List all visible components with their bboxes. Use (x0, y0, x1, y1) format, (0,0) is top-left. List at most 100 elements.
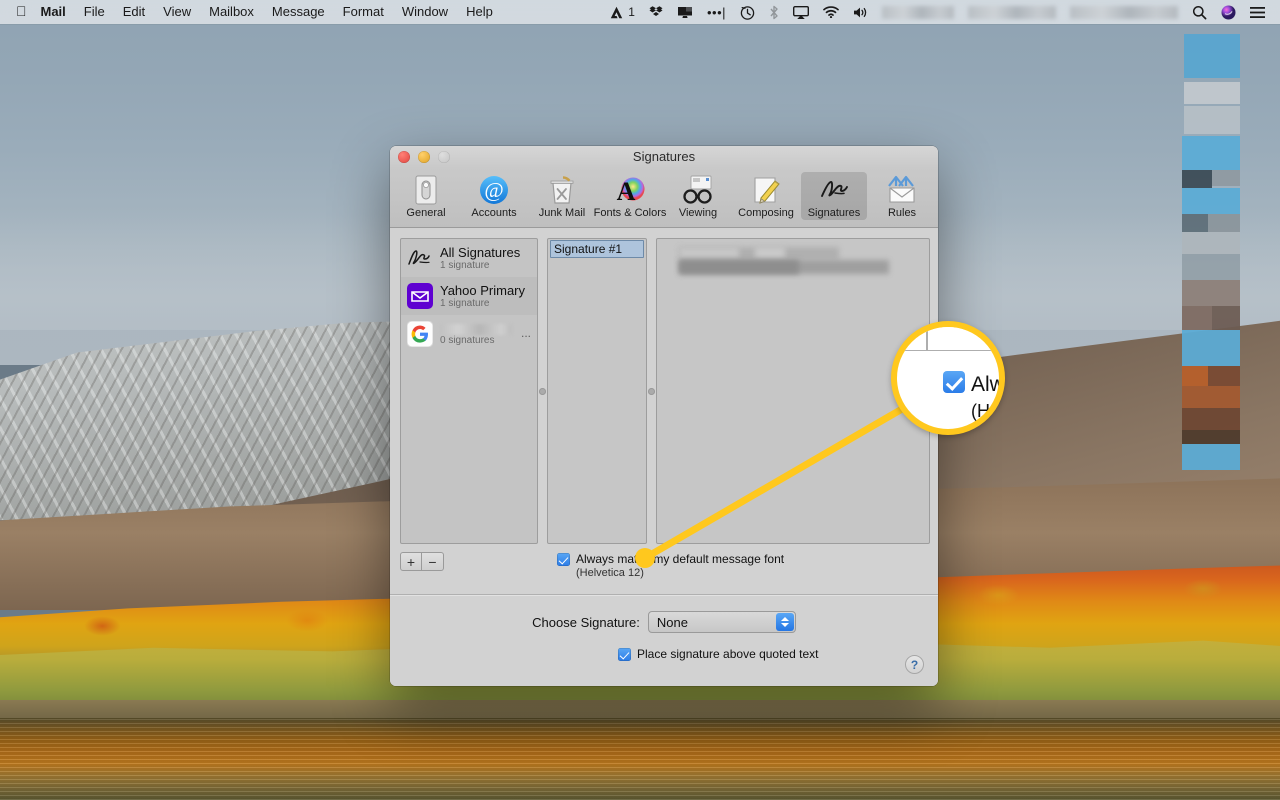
menu-format[interactable]: Format (334, 0, 393, 24)
redacted-signature-content (755, 247, 785, 260)
menu-edit[interactable]: Edit (114, 0, 154, 24)
toolbar-tab-composing[interactable]: Composing (733, 172, 799, 220)
choose-signature-dropdown[interactable]: None (648, 611, 796, 633)
accounts-list[interactable]: All Signatures1 signatureYahoo Primary1 … (400, 238, 538, 544)
account-row[interactable]: All Signatures1 signature (401, 239, 537, 277)
spotlight-search-icon[interactable] (1185, 0, 1214, 24)
place-signature-above-quoted-text-row[interactable]: Place signature above quoted text (390, 647, 938, 661)
signature-icon (818, 174, 850, 206)
splitter-accounts-signatures[interactable] (538, 238, 547, 544)
splitter-grip-dot (648, 388, 655, 395)
account-name: All Signatures (440, 245, 531, 260)
menu-help[interactable]: Help (457, 0, 502, 24)
magnified-label-line-1: Alw (971, 373, 1005, 397)
signature-footer: Choose Signature: None Place signature a… (390, 595, 938, 686)
signatures-panes: All Signatures1 signatureYahoo Primary1 … (390, 228, 938, 544)
signature-name-field[interactable]: Signature #1 (550, 240, 644, 258)
remove-signature-button[interactable]: − (422, 552, 444, 571)
place-signature-above-checkbox[interactable] (618, 648, 631, 661)
screen-sharing-icon[interactable] (670, 0, 700, 24)
toolbar-tab-label: Junk Mail (539, 207, 585, 219)
help-button[interactable]: ? (905, 655, 924, 674)
account-text: All Signatures1 signature (440, 245, 531, 272)
redacted-account-name (440, 324, 512, 335)
signature-editor[interactable] (656, 238, 930, 544)
macos-menu-bar:  MailFileEditViewMailboxMessageFormatWi… (0, 0, 1280, 24)
account-text: Yahoo Primary1 signature (440, 283, 531, 310)
redacted-text (882, 6, 954, 19)
toolbar-tab-junk-mail[interactable]: Junk Mail (529, 172, 595, 220)
menu-window[interactable]: Window (393, 0, 457, 24)
choose-signature-label: Choose Signature: (532, 615, 640, 630)
magnified-always-match-checkbox (943, 371, 965, 393)
wifi-icon[interactable] (816, 0, 846, 24)
toolbar-tab-signatures[interactable]: Signatures (801, 172, 867, 220)
trash-x-icon (546, 174, 578, 206)
close-window-button[interactable] (398, 151, 410, 163)
apple-logo-icon[interactable]:  (0, 4, 39, 18)
time-machine-icon[interactable] (733, 0, 762, 24)
account-row[interactable]: Yahoo Primary1 signature (401, 277, 537, 315)
chevron-updown-icon[interactable] (776, 613, 794, 631)
redacted-signature-content (679, 247, 739, 260)
menu-file[interactable]: File (75, 0, 114, 24)
add-remove-signature-buttons: + − (400, 550, 538, 571)
splitter-signatures-editor[interactable] (647, 238, 656, 544)
signature-list[interactable]: Signature #1 (547, 238, 647, 544)
splitter-grip-dot (539, 388, 546, 395)
overflow-menu-icon[interactable]: •••| (700, 0, 733, 24)
menu-view[interactable]: View (154, 0, 200, 24)
bluetooth-icon[interactable] (762, 0, 786, 24)
match-default-font-group: Always match my default message font (He… (538, 550, 784, 580)
magnified-label-line-2: (He (971, 401, 1000, 422)
always-match-font-checkbox[interactable] (557, 553, 570, 566)
toolbar-tab-rules[interactable]: Rules (869, 172, 935, 220)
traffic-light-buttons (390, 151, 450, 163)
airplay-icon[interactable] (786, 0, 816, 24)
general-switch-icon (410, 174, 442, 206)
menu-mailbox[interactable]: Mailbox (200, 0, 263, 24)
pencil-page-icon (750, 174, 782, 206)
signature-scribble-icon (407, 245, 433, 271)
dropbox-icon[interactable] (642, 0, 670, 24)
toolbar-tab-accounts[interactable]: @ Accounts (461, 172, 527, 220)
account-row[interactable]: 0 signatures... (401, 315, 537, 353)
preferences-body: All Signatures1 signatureYahoo Primary1 … (390, 228, 938, 686)
always-match-default-message-font-row[interactable]: Always match my default message font (557, 552, 784, 566)
account-signature-count: 1 signature (440, 260, 531, 272)
zoom-window-button (438, 151, 450, 163)
rules-arrows-icon (886, 174, 918, 206)
toolbar-tab-label: General (406, 207, 445, 219)
toolbar-tab-label: Accounts (471, 207, 516, 219)
menu-mail[interactable]: Mail (39, 0, 75, 24)
redacted-status-2 (961, 0, 1063, 24)
redacted-status-1 (875, 0, 961, 24)
notification-center-icon[interactable] (1243, 0, 1272, 24)
signatures-preferences-window[interactable]: Signatures General @ Accounts Junk Mail AFon… (390, 146, 938, 686)
window-titlebar[interactable]: Signatures (390, 146, 938, 168)
adobe-fonts-icon[interactable]: 1 (603, 0, 642, 24)
add-signature-button[interactable]: + (400, 552, 422, 571)
volume-icon[interactable] (846, 0, 875, 24)
account-signature-count: 1 signature (440, 298, 531, 310)
choose-signature-row: Choose Signature: None (390, 611, 938, 633)
redacted-text (968, 6, 1056, 19)
svg-text:A: A (617, 177, 636, 206)
account-name-truncation-ellipsis: ... (521, 326, 531, 340)
google-g-icon (407, 321, 433, 347)
toolbar-tab-label: Signatures (808, 207, 861, 219)
font-color-wheel-icon: A (614, 174, 646, 206)
redacted-signature-content (679, 260, 799, 274)
minimize-window-button[interactable] (418, 151, 430, 163)
choose-signature-value: None (657, 615, 688, 630)
account-signature-count: 0 signatures (440, 335, 514, 347)
toolbar-tab-label: Fonts & Colors (594, 207, 667, 219)
siri-icon[interactable] (1214, 0, 1243, 24)
toolbar-tab-fonts-colors[interactable]: AFonts & Colors (597, 172, 663, 220)
svg-text:@: @ (484, 178, 503, 202)
menu-message[interactable]: Message (263, 0, 334, 24)
toolbar-tab-general[interactable]: General (393, 172, 459, 220)
redacted-status-3 (1063, 0, 1185, 24)
always-match-font-label: Always match my default message font (576, 552, 784, 566)
toolbar-tab-viewing[interactable]: Viewing (665, 172, 731, 220)
